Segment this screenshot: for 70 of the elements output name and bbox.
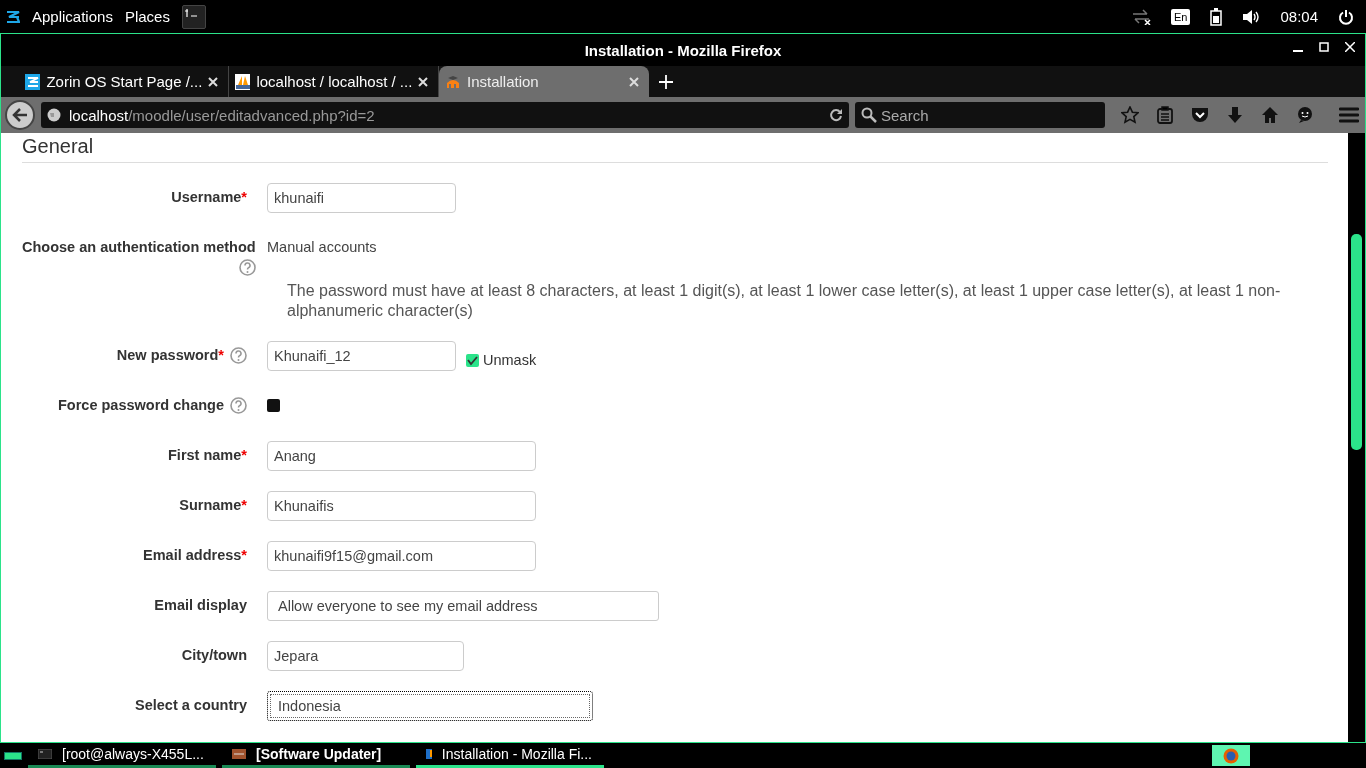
clock[interactable]: 08:04 (1280, 8, 1318, 25)
scrollbar[interactable] (1348, 133, 1365, 742)
reload-icon[interactable] (829, 108, 843, 122)
battery-icon (4, 751, 22, 760)
field-label: Choose an authentication method (22, 239, 256, 255)
help-icon[interactable] (238, 259, 256, 276)
field-label: New password* (116, 347, 224, 364)
text-field[interactable]: Khunaifis (267, 491, 536, 521)
text-field[interactable]: khunaifi (267, 183, 456, 213)
back-button[interactable] (5, 100, 35, 130)
field-label: Force password change (58, 397, 224, 414)
terminal-icon (38, 749, 52, 759)
url-text: localhost/moodle/user/editadvanced.php?id=2 (69, 106, 376, 124)
back-arrow-icon (12, 108, 28, 122)
static-value: Manual accounts (267, 238, 377, 255)
taskbar-button[interactable]: Installation - Mozilla Fi... (416, 743, 604, 768)
text-field[interactable]: Anang (267, 441, 536, 471)
panel-menu[interactable]: Places (124, 8, 170, 25)
star-icon[interactable] (1121, 106, 1139, 124)
text-field[interactable]: Khunaifi_12 (267, 341, 456, 371)
close-icon[interactable] (418, 76, 428, 87)
search-field[interactable]: Search (855, 102, 1105, 128)
password-rules-text: The password must have at least 8 characters, at least 1 digit(s), at least 1 lower case letter(s), at least 1 upper case letter(s), at least 1 non-alphanumeric character(s) (287, 281, 1282, 321)
panel-menu[interactable]: Applications (32, 8, 113, 25)
network-disconnected-icon[interactable] (1131, 8, 1151, 25)
dropdown[interactable]: Indonesia (267, 691, 593, 721)
download-icon[interactable] (1227, 106, 1243, 124)
power-icon[interactable] (1338, 8, 1354, 25)
field-label: Username* (171, 189, 247, 205)
help-icon[interactable] (230, 397, 247, 414)
section-heading: General (22, 135, 1328, 163)
zorin-logo-icon (25, 73, 41, 90)
text-field[interactable]: khunaifi9f15@gmail.com (267, 541, 536, 571)
taskbar-button[interactable]: [Software Updater] (222, 743, 410, 768)
terminal-icon (184, 7, 199, 18)
window-icon (426, 749, 432, 759)
home-icon[interactable] (1261, 106, 1279, 124)
field-label: First name* (168, 447, 247, 463)
zorin-logo-icon[interactable] (6, 10, 20, 23)
checkbox[interactable] (267, 399, 280, 412)
pocket-icon[interactable] (1191, 107, 1209, 123)
globe-icon (1223, 747, 1239, 764)
sails-logo-icon (235, 73, 251, 90)
checkbox[interactable] (466, 353, 479, 367)
address-bar[interactable]: localhost/moodle/user/editadvanced.php?id=2 (41, 102, 849, 128)
globe-icon (47, 108, 61, 122)
terminal-launcher[interactable] (181, 4, 206, 29)
field-label: City/town (181, 647, 247, 663)
chat-icon[interactable] (1297, 107, 1313, 123)
battery-icon[interactable] (1210, 7, 1223, 26)
dropdown[interactable]: Allow everyone to see my email address (267, 591, 659, 621)
browser-tab[interactable]: Installation (439, 66, 649, 97)
help-icon[interactable] (230, 347, 247, 364)
field-label: Email address* (143, 547, 247, 563)
package-icon (232, 749, 246, 759)
text-field[interactable]: Jepara (267, 641, 464, 671)
menu-icon[interactable] (1339, 107, 1359, 123)
keyboard-layout-indicator[interactable]: En (1171, 8, 1191, 25)
checkbox-label: Unmask (483, 352, 537, 368)
mortarboard-icon (445, 73, 461, 90)
maximize-icon[interactable] (1319, 42, 1329, 52)
taskbar-button[interactable]: [root@always-X455L... (28, 743, 216, 768)
field-label: Select a country (135, 697, 247, 713)
close-icon[interactable] (208, 76, 218, 87)
clipboard-icon[interactable] (1157, 106, 1173, 124)
field-label: Surname* (179, 497, 247, 513)
window-title: Installation - Mozilla Firefox (584, 41, 782, 59)
field-label: Email display (154, 597, 247, 613)
volume-icon[interactable] (1242, 8, 1261, 25)
launcher-button[interactable] (1212, 745, 1250, 766)
